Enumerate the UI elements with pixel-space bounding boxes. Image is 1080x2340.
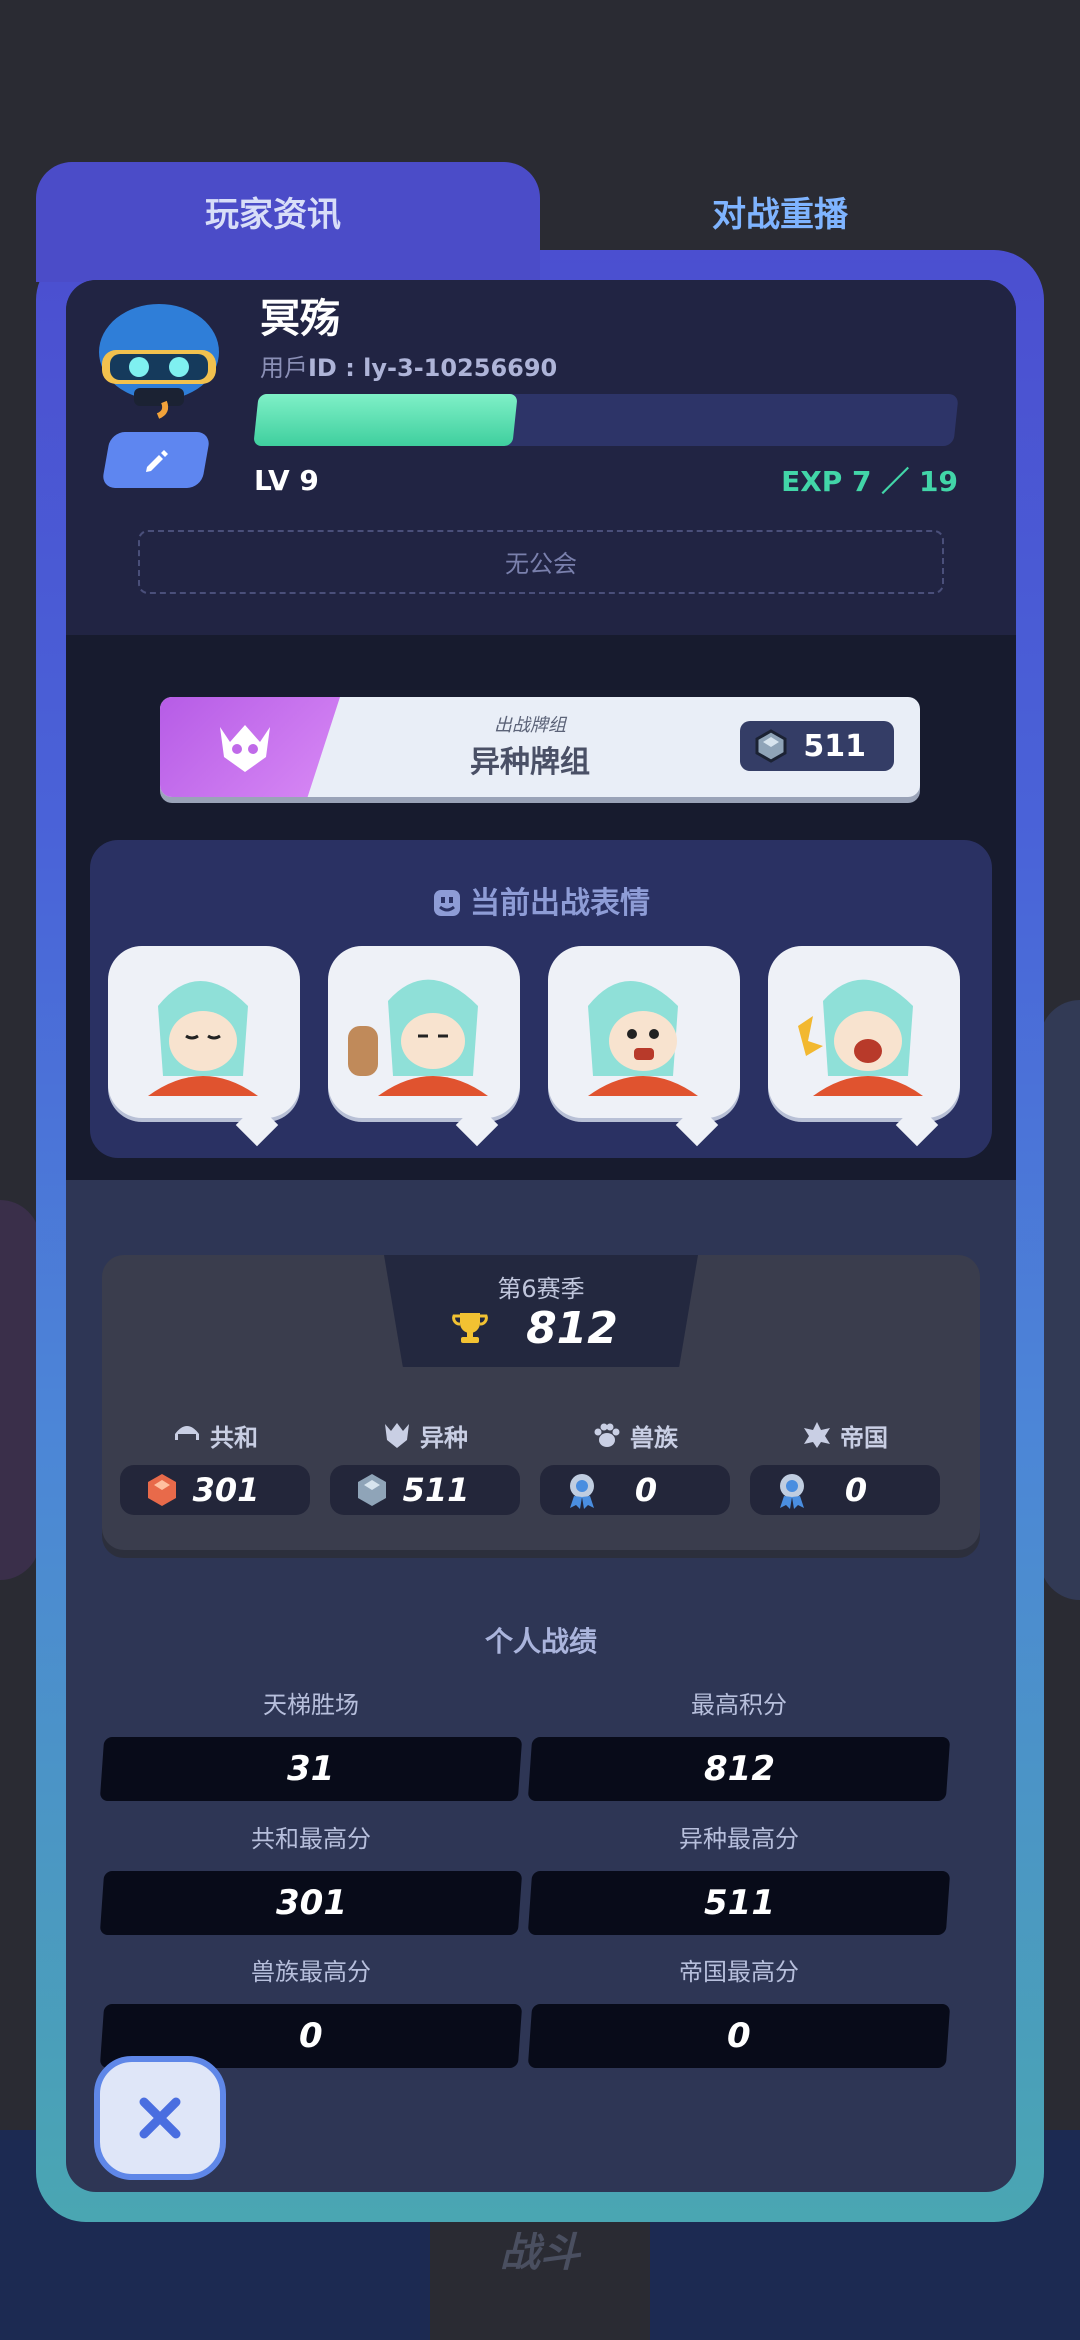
background-decoration	[0, 1200, 40, 1580]
stat-beast-best: 兽族最高分 0	[99, 1952, 523, 2068]
stat-label: 天梯胜场	[263, 1691, 359, 1719]
emote-slot-1[interactable]	[108, 946, 300, 1147]
faction-score: 0	[844, 1471, 868, 1509]
close-icon	[139, 2097, 181, 2139]
exp-text: EXP 7 ／ 19	[781, 465, 958, 498]
medal-icon	[570, 1474, 594, 1509]
stat-value-box: 31	[99, 1737, 523, 1801]
player-name: 冥殇	[260, 296, 340, 342]
stat-label: 异种最高分	[679, 1825, 799, 1853]
stat-value: 812	[703, 1749, 775, 1789]
user-id-value: ID : ly-3-10256690	[308, 354, 558, 382]
medal-icon	[780, 1474, 804, 1509]
faction-name: 共和	[210, 1423, 258, 1452]
faction-alien: 异种 511	[330, 1415, 520, 1515]
user-id-prefix: 用戶	[260, 354, 308, 382]
stat-value: 0	[299, 2016, 323, 2056]
stat-value-box: 812	[527, 1737, 951, 1801]
beast-icon	[594, 1423, 620, 1447]
emotes-title-text: 当前出战表情	[470, 886, 650, 921]
faction-name: 兽族	[630, 1423, 678, 1452]
stat-ladder-wins: 天梯胜场 31	[99, 1685, 523, 1801]
close-button[interactable]	[94, 2056, 226, 2180]
player-level: LV 9	[254, 464, 319, 497]
deck-score-value: 511	[803, 728, 866, 764]
alien-faction-icon	[220, 725, 270, 772]
emote-slot-3[interactable]	[548, 946, 740, 1147]
season-card: 第6赛季 812 共和 301 异种 511 兽族 0 帝国 0	[102, 1255, 980, 1550]
background-decoration	[1040, 1000, 1080, 1600]
faction-score-pill: 0	[750, 1465, 940, 1515]
faction-score: 0	[634, 1471, 658, 1509]
stat-value-box: 0	[527, 2004, 951, 2068]
stat-value: 301	[275, 1883, 347, 1923]
republic-icon	[175, 1426, 199, 1440]
stat-alien-best: 异种最高分 511	[527, 1819, 951, 1935]
user-id: 用戶ID : ly-3-10256690	[260, 348, 557, 383]
character-emote-2	[348, 979, 488, 1096]
character-emote-4	[798, 979, 923, 1096]
tab-replay-label[interactable]: 对战重播	[600, 190, 960, 240]
deck-section: 出战牌组 异种牌组 511 当前出战表情	[66, 635, 1016, 1180]
character-emote-3	[588, 981, 698, 1096]
edit-profile-button[interactable]	[101, 432, 211, 488]
stat-republic-best: 共和最高分 301	[99, 1819, 523, 1935]
stat-highest-score: 最高积分 812	[527, 1685, 951, 1801]
guild-field[interactable]: 无公会	[138, 530, 944, 594]
tab-player-info-label[interactable]: 玩家资讯	[36, 190, 510, 240]
emotes-panel: 当前出战表情	[90, 840, 992, 1158]
season-label: 第6赛季	[497, 1275, 585, 1303]
pencil-icon	[146, 450, 168, 472]
deck-score: 511	[740, 721, 894, 771]
deck-name: 异种牌组	[470, 745, 590, 780]
stats-title: 个人战绩	[484, 1625, 597, 1658]
stat-value-box: 301	[99, 1871, 523, 1935]
deck-banner[interactable]: 出战牌组 异种牌组 511	[160, 697, 920, 797]
season-score: 812	[526, 1303, 618, 1354]
faction-beast: 兽族 0	[540, 1415, 730, 1515]
faction-republic: 共和 301	[120, 1415, 310, 1515]
emote-icon	[434, 890, 460, 916]
stat-label: 最高积分	[691, 1691, 787, 1719]
emote-slot-2[interactable]	[328, 946, 520, 1147]
stat-empire-best: 帝国最高分 0	[527, 1952, 951, 2068]
stat-value-box: 511	[527, 1871, 951, 1935]
alien-icon	[385, 1423, 409, 1448]
character-emote-1	[148, 981, 258, 1096]
faction-score: 301	[192, 1471, 260, 1509]
deck-faction-badge	[160, 697, 340, 797]
emote-slot-4[interactable]	[768, 946, 960, 1147]
faction-score: 511	[402, 1471, 470, 1509]
republic-score-icon	[148, 1474, 176, 1506]
stat-label: 兽族最高分	[251, 1958, 371, 1986]
emotes-title: 当前出战表情	[90, 878, 992, 922]
faction-empire: 帝国 0	[750, 1415, 940, 1515]
stat-label: 帝国最高分	[679, 1958, 799, 1986]
stat-value: 31	[287, 1749, 335, 1789]
stat-value: 511	[703, 1883, 775, 1923]
stat-label: 共和最高分	[251, 1825, 371, 1853]
stat-value: 0	[727, 2016, 751, 2056]
player-header: 冥殇 用戶ID : ly-3-10256690 LV 9 EXP 7 ／ 19 …	[66, 280, 1016, 635]
faction-score-pill: 511	[330, 1465, 520, 1515]
exp-progress-fill	[253, 394, 518, 446]
faction-score-pill: 0	[540, 1465, 730, 1515]
empire-icon	[804, 1422, 830, 1448]
modal-panel: 冥殇 用戶ID : ly-3-10256690 LV 9 EXP 7 ／ 19 …	[66, 280, 1016, 2192]
avatar[interactable]	[94, 302, 224, 422]
crystal-icon	[755, 729, 787, 763]
alien-score-icon	[358, 1474, 386, 1506]
exp-progress-bar	[253, 394, 959, 446]
faction-score-pill: 301	[120, 1465, 310, 1515]
faction-name: 异种	[420, 1423, 468, 1452]
faction-name: 帝国	[840, 1423, 888, 1452]
deck-subtitle: 出战牌组	[494, 715, 566, 736]
